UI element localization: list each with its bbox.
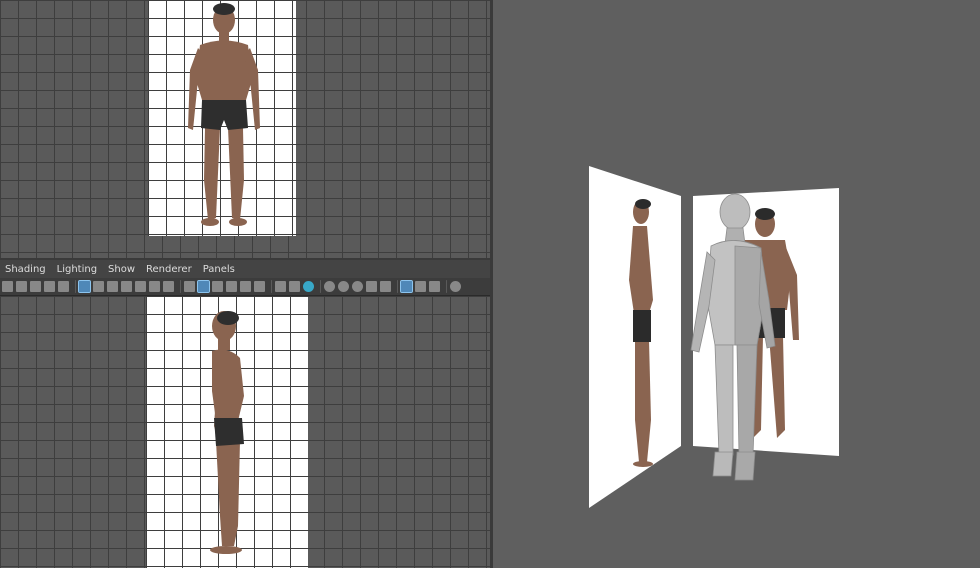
menu-lighting[interactable]: Lighting <box>57 264 97 275</box>
menu-shading[interactable]: Shading <box>5 264 46 275</box>
screen-space-ao-icon[interactable] <box>303 281 314 292</box>
front-reference-figure <box>188 3 260 226</box>
xray-icon[interactable] <box>240 281 251 292</box>
toolbar-separator <box>320 280 321 293</box>
side-reference-figure <box>210 311 244 554</box>
menu-renderer[interactable]: Renderer <box>146 264 192 275</box>
motion-blur-icon[interactable] <box>324 281 335 292</box>
xray-joints-icon[interactable] <box>254 281 265 292</box>
safe-action-icon[interactable] <box>149 281 160 292</box>
grid-icon[interactable] <box>78 280 91 293</box>
side-reference-image-plane <box>146 296 308 568</box>
resize-icon[interactable] <box>429 281 440 292</box>
xray-active-icon[interactable] <box>380 281 391 292</box>
toolbar-separator <box>180 280 181 293</box>
panel-toolbar <box>0 278 490 296</box>
toolbar-separator <box>397 280 398 293</box>
toolbar-separator <box>75 280 76 293</box>
toolbar-separator <box>271 280 272 293</box>
menu-show[interactable]: Show <box>108 264 135 275</box>
panel-menu-bar: Shading Lighting Show Renderer Panels <box>0 260 490 278</box>
field-chart-icon[interactable] <box>135 281 146 292</box>
perspective-viewport[interactable] <box>493 0 980 568</box>
use-default-material-icon[interactable] <box>212 281 223 292</box>
gate-mask-icon[interactable] <box>121 281 132 292</box>
isolate-select-icon[interactable] <box>366 281 377 292</box>
camera-attr-icon[interactable] <box>58 281 69 292</box>
film-gate-icon[interactable] <box>93 281 104 292</box>
toolbar-separator <box>446 280 447 293</box>
grease-pencil-icon[interactable] <box>44 281 55 292</box>
image-plane-icon[interactable] <box>30 281 41 292</box>
wireframe-on-shaded-icon[interactable] <box>226 281 237 292</box>
side-viewport[interactable] <box>0 296 490 568</box>
wireframe-icon[interactable] <box>184 281 195 292</box>
perspective-scene <box>589 166 839 508</box>
depth-of-field-icon[interactable] <box>352 281 363 292</box>
two-pane-icon[interactable] <box>400 280 413 293</box>
front-viewport[interactable] <box>0 0 490 258</box>
front-reference-image-plane <box>148 0 296 236</box>
hud-icon[interactable] <box>450 281 461 292</box>
menu-panels[interactable]: Panels <box>203 264 235 275</box>
multisample-aa-icon[interactable] <box>338 281 349 292</box>
smooth-shade-icon[interactable] <box>197 280 210 293</box>
shadows-icon[interactable] <box>289 281 300 292</box>
camera-select-icon[interactable] <box>2 281 13 292</box>
bookmark-icon[interactable] <box>16 281 27 292</box>
safe-title-icon[interactable] <box>163 281 174 292</box>
use-all-lights-icon[interactable] <box>275 281 286 292</box>
four-pane-icon[interactable] <box>415 281 426 292</box>
resolution-gate-icon[interactable] <box>107 281 118 292</box>
